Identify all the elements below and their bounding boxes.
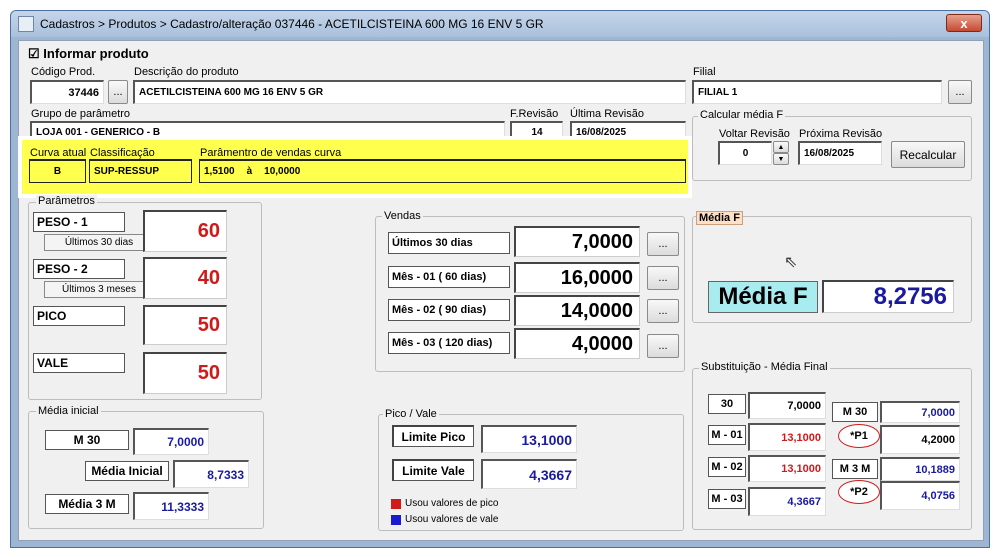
ultima-label: Última Revisão xyxy=(570,108,644,120)
media-inicial-value: 8,7333 xyxy=(173,460,249,488)
param-to: 10,0000 xyxy=(264,166,301,177)
pico-value[interactable]: 50 xyxy=(143,305,227,345)
sub-right-value: 4,0756 xyxy=(880,481,960,510)
sub-right-label-p2: *P2 xyxy=(838,480,880,504)
limite-vale-label: Limite Vale xyxy=(392,459,474,481)
sub-left-value: 13,1000 xyxy=(748,455,826,482)
informar-checkbox[interactable]: ☑ Informar produto xyxy=(28,46,149,62)
voltar-label: Voltar Revisão xyxy=(719,128,790,140)
media-inicial-title: Média inicial xyxy=(36,405,101,417)
vendas-row-value[interactable]: 7,0000 xyxy=(514,226,640,257)
code-field[interactable]: 37446 xyxy=(30,80,104,104)
filial-lookup-button[interactable]: ... xyxy=(948,80,972,104)
peso2-value[interactable]: 40 xyxy=(143,257,227,299)
legend-pico-swatch xyxy=(391,499,401,509)
pico-label: PICO xyxy=(33,306,125,326)
grupo-label: Grupo de parâmetro xyxy=(31,108,131,120)
vendas-row-label: Mês - 02 ( 90 dias) xyxy=(388,299,510,321)
peso2-sub: Últimos 3 meses xyxy=(44,281,154,298)
peso1-sub: Últimos 30 dias xyxy=(44,234,154,251)
sub-right-label-p1: *P1 xyxy=(838,424,880,448)
parametro-vendas-field: 1,5100 à 10,0000 xyxy=(199,159,686,183)
parametros-title: Parâmetros xyxy=(36,195,97,207)
curva-atual-label: Curva atual xyxy=(30,147,87,159)
substituicao-title: Substituição - Média Final xyxy=(699,361,830,373)
proxima-field[interactable]: 16/08/2025 xyxy=(798,141,882,165)
sub-left-label: 30 xyxy=(708,394,746,414)
media-inicial-label: Média Inicial xyxy=(85,461,169,481)
spin-down-icon[interactable]: ▼ xyxy=(773,153,789,165)
sub-right-value: 7,0000 xyxy=(880,401,960,423)
sub-left-value: 4,3667 xyxy=(748,487,826,516)
spin-up-icon[interactable]: ▲ xyxy=(773,141,789,153)
desc-field[interactable]: ACETILCISTEINA 600 MG 16 ENV 5 GR xyxy=(133,80,686,104)
legend-vale-swatch xyxy=(391,515,401,525)
vendas-row-button[interactable]: ... xyxy=(647,334,679,358)
sub-right-label: M 3 M xyxy=(832,459,878,479)
curva-atual-field: B xyxy=(29,159,86,183)
mediaf-label: Média F xyxy=(708,281,818,313)
limite-pico-label: Limite Pico xyxy=(392,425,474,447)
vendas-row-value[interactable]: 16,0000 xyxy=(514,262,640,293)
window-title: Cadastros > Produtos > Cadastro/alteraçã… xyxy=(40,17,544,31)
vale-label: VALE xyxy=(33,353,125,373)
media-3m-value: 11,3333 xyxy=(133,492,209,520)
param-sep: à xyxy=(246,166,253,177)
mediaf-title: Média F xyxy=(696,211,743,225)
m30-value: 7,0000 xyxy=(133,428,209,455)
legend-vale-label: Usou valores de vale xyxy=(405,514,499,525)
vendas-row-label: Mês - 03 ( 120 dias) xyxy=(388,332,510,354)
vendas-row-button[interactable]: ... xyxy=(647,232,679,256)
sub-right-value: 10,1889 xyxy=(880,457,960,481)
pico-vale-title: Pico / Vale xyxy=(383,408,439,420)
vendas-row-value[interactable]: 4,0000 xyxy=(514,328,640,359)
sub-left-label: M - 02 xyxy=(708,457,746,477)
filial-field[interactable]: FILIAL 1 xyxy=(692,80,942,104)
vendas-row-value[interactable]: 14,0000 xyxy=(514,295,640,326)
close-button[interactable]: x xyxy=(946,14,982,32)
code-lookup-button[interactable]: ... xyxy=(108,80,128,104)
calcular-title: Calcular média F xyxy=(698,109,786,121)
recalcular-button[interactable]: Recalcular xyxy=(891,141,965,168)
classificacao-field: SUP-RESSUP xyxy=(89,159,192,183)
vendas-row-label: Últimos 30 dias xyxy=(388,232,510,254)
voltar-field[interactable]: 0 xyxy=(718,141,772,165)
code-label: Código Prod. xyxy=(31,66,96,78)
vale-value[interactable]: 50 xyxy=(143,352,227,394)
frev-label: F.Revisão xyxy=(510,108,559,120)
m30-label: M 30 xyxy=(45,430,129,450)
proxima-label: Próxima Revisão xyxy=(799,128,883,140)
peso2-label: PESO - 2 xyxy=(33,259,125,279)
vendas-row-label: Mês - 01 ( 60 dias) xyxy=(388,266,510,288)
vendas-row-button[interactable]: ... xyxy=(647,266,679,290)
media-3m-label: Média 3 M xyxy=(45,494,129,514)
sub-left-value: 13,1000 xyxy=(748,423,826,451)
peso1-label: PESO - 1 xyxy=(33,212,125,232)
sub-left-value: 7,0000 xyxy=(748,392,826,419)
param-from: 1,5100 xyxy=(204,166,235,177)
checkbox-icon[interactable]: ☑ xyxy=(28,46,40,61)
parametro-vendas-label: Parâmentro de vendas curva xyxy=(200,147,342,159)
sub-left-label: M - 03 xyxy=(708,489,746,509)
app-icon xyxy=(18,16,34,32)
peso1-value[interactable]: 60 xyxy=(143,210,227,252)
mediaf-value: 8,2756 xyxy=(822,280,954,313)
legend-pico-label: Usou valores de pico xyxy=(405,498,499,509)
vendas-row-button[interactable]: ... xyxy=(647,299,679,323)
cursor-icon: ⇖ xyxy=(784,254,798,271)
sub-left-label: M - 01 xyxy=(708,425,746,445)
limite-vale-value: 4,3667 xyxy=(481,459,577,489)
vendas-title: Vendas xyxy=(382,210,423,222)
sub-right-label: M 30 xyxy=(832,402,878,422)
sub-right-value: 4,2000 xyxy=(880,425,960,454)
classificacao-label: Classificação xyxy=(90,147,155,159)
limite-pico-value: 13,1000 xyxy=(481,425,577,453)
informar-label: Informar produto xyxy=(43,46,149,61)
filial-label: Filial xyxy=(693,66,716,78)
desc-label: Descrição do produto xyxy=(134,66,239,78)
